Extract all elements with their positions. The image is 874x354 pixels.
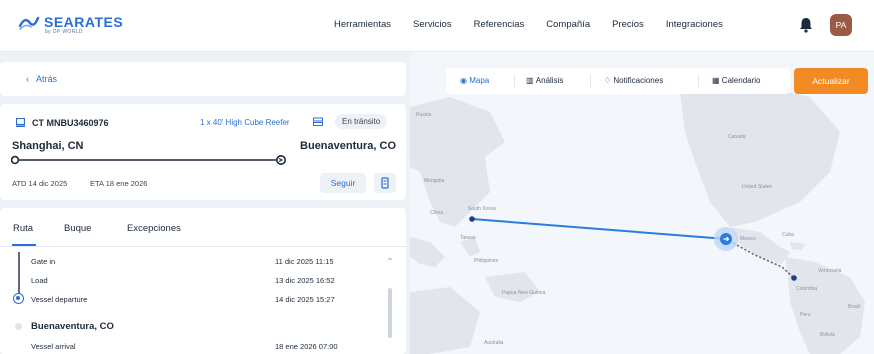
tab-mapa[interactable]: ◉ Mapa [460, 76, 489, 85]
tab-calendario-label: Calendario [721, 76, 761, 85]
eta-date: ETA 18 ene 2026 [90, 179, 148, 188]
map-label: Colombia [796, 286, 818, 292]
chart-icon: ▥ [526, 76, 534, 85]
container-stack-icon [313, 117, 323, 126]
map-label: Peru [800, 312, 811, 318]
brand-subtitle: by DP WORLD [45, 29, 83, 35]
back-label: Atrás [36, 74, 58, 84]
event-name: Gate in [31, 257, 56, 266]
map-label: Philippines [474, 258, 499, 264]
event-name: Vessel departure [31, 295, 88, 304]
share-icon [381, 177, 389, 189]
nav-servicios[interactable]: Servicios [413, 19, 452, 30]
tab-analisis-label: Análisis [535, 76, 564, 85]
chevron-left-icon: ‹ [26, 74, 29, 84]
map-label: Canada [728, 134, 746, 140]
map-label: Bolivia [820, 332, 835, 338]
tab-ruta[interactable]: Ruta [13, 223, 33, 234]
logo-wave-icon [18, 16, 40, 30]
divider [514, 74, 515, 88]
event-time: 18 ene 2026 07:00 [275, 342, 338, 351]
tab-analisis[interactable]: ▥ Análisis [526, 76, 563, 85]
origin-marker[interactable] [469, 216, 475, 222]
nav-referencias[interactable]: Referencias [474, 19, 525, 30]
tab-mapa-label: Mapa [469, 76, 490, 85]
container-type[interactable]: 1 x 40' High Cube Reefer [200, 118, 290, 127]
current-event-marker [13, 293, 24, 304]
map-label: Mexico [740, 236, 756, 242]
event-time: 13 dic 2025 16:52 [275, 276, 335, 285]
top-bar: SEARATES by DP WORLD Herramientas Servic… [0, 0, 874, 52]
scroll-up-arrow-icon[interactable] [387, 256, 393, 262]
tab-calendario[interactable]: ▦ Calendario [712, 76, 761, 85]
event-name: Load [31, 276, 48, 285]
destination-marker[interactable] [791, 275, 797, 281]
tab-buque[interactable]: Buque [64, 223, 91, 234]
map-label: Brazil [848, 304, 861, 310]
tab-excepciones[interactable]: Excepciones [127, 223, 181, 234]
destination-port: Buenaventura, CO [300, 140, 396, 152]
notification-bell-icon[interactable] [798, 16, 814, 34]
scrollbar-thumb[interactable] [388, 288, 392, 338]
calendar-icon: ▦ [712, 76, 720, 85]
back-bar: ‹ Atrás [0, 62, 406, 96]
divider [590, 74, 591, 88]
map-label: South Korea [468, 206, 496, 212]
map-label: China [430, 210, 444, 216]
next-port-name: Buenaventura, CO [31, 321, 114, 332]
shipment-card: CT MNBU3460976 1 x 40' High Cube Reefer … [0, 104, 406, 200]
map-label: Papua New Guinea [502, 290, 546, 296]
nav-herramientas[interactable]: Herramientas [334, 19, 391, 30]
route-details-card: Ruta Buque Excepciones Gate in 11 dic 20… [0, 208, 406, 354]
atd-date: ATD 14 dic 2025 [12, 179, 68, 188]
route-progress-line [11, 155, 286, 165]
container-icon [16, 118, 25, 127]
map-label: Australia [484, 340, 504, 346]
map-label: Venezuela [818, 268, 842, 274]
event-name: Vessel arrival [31, 342, 76, 351]
map-pin-icon: ◉ [460, 76, 467, 85]
map-label: Mongolia [424, 178, 445, 184]
map-toolbar: ◉ Mapa ▥ Análisis ♢ Notificaciones ▦ Cal… [446, 68, 790, 94]
bell-outline-icon: ♢ [604, 76, 612, 85]
back-button[interactable]: ‹ Atrás [26, 74, 57, 84]
nav-integraciones[interactable]: Integraciones [666, 19, 723, 30]
nav-precios[interactable]: Precios [612, 19, 644, 30]
tab-notificaciones[interactable]: ♢ Notificaciones [604, 76, 663, 85]
follow-button[interactable]: Seguir [320, 173, 366, 193]
brand-name: SEARATES [44, 14, 124, 30]
main-nav: Herramientas Servicios Referencias Compa… [334, 19, 745, 30]
nav-compania[interactable]: Compañía [546, 19, 590, 30]
searates-logo[interactable]: SEARATES by DP WORLD [18, 12, 128, 38]
map-label: Cuba [782, 232, 794, 238]
update-button[interactable]: Actualizar [794, 68, 868, 94]
container-number: CT MNBU3460976 [32, 118, 109, 128]
tab-notificaciones-label: Notificaciones [613, 76, 664, 85]
world-map [410, 82, 865, 354]
origin-port: Shanghai, CN [12, 140, 84, 152]
map-label: United States [742, 184, 773, 190]
share-button[interactable] [374, 173, 396, 193]
event-time: 11 dic 2025 11:15 [275, 257, 334, 266]
event-time: 14 dic 2025 15:27 [275, 295, 335, 304]
next-port-marker [15, 323, 22, 330]
user-avatar[interactable]: PA [830, 14, 852, 36]
divider [698, 74, 699, 88]
map-label: Russia [416, 112, 432, 118]
status-badge: En tránsito [335, 114, 388, 129]
tracking-map[interactable]: Russia Mongolia China South Korea Taiwan… [410, 52, 874, 354]
tab-divider [0, 246, 406, 247]
map-label: Taiwan [460, 235, 476, 241]
